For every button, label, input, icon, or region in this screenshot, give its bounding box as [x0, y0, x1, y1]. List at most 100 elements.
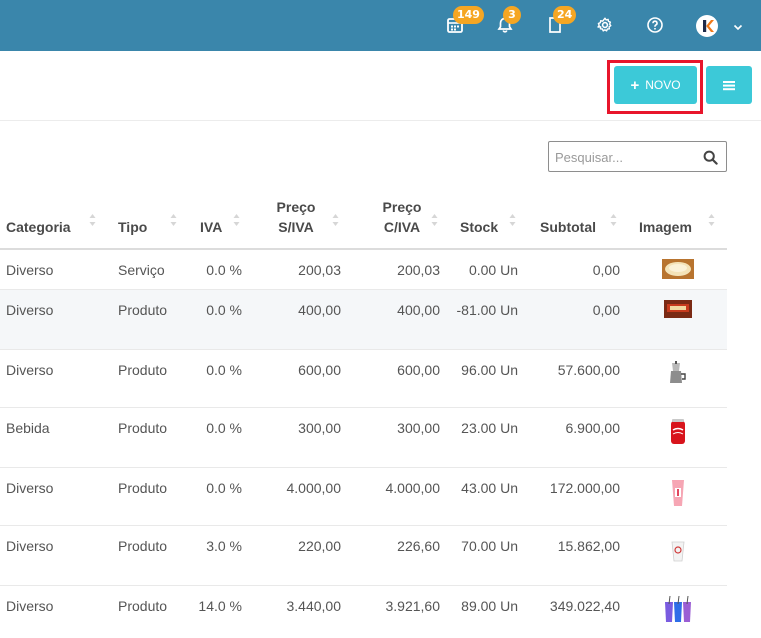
cell-preco-siva: 200,03 — [298, 262, 341, 278]
cell-preco-civa: 400,00 — [397, 302, 440, 318]
document-icon[interactable]: 24 — [544, 6, 577, 36]
cell-preco-siva: 4.000,00 — [286, 480, 342, 496]
header-tipo[interactable]: Tipo — [118, 217, 147, 237]
header-preco-civa-line2: C/IVA — [383, 219, 421, 235]
header-preco-siva-line1: Preço — [276, 199, 316, 215]
table-header: Categoria Tipo IVA Preço S/IVA Preço C/I… — [0, 193, 727, 250]
cell-categoria: Diverso — [6, 598, 54, 614]
sort-icon[interactable] — [233, 213, 240, 227]
calendar-icon[interactable]: 149 — [444, 6, 484, 36]
cell-preco-civa: 600,00 — [397, 362, 440, 378]
cell-preco-siva: 600,00 — [298, 362, 341, 378]
cell-iva: 14.0 % — [198, 598, 242, 614]
cell-categoria: Diverso — [6, 538, 54, 554]
cola-can-image — [662, 418, 694, 446]
gear-icon[interactable] — [594, 14, 616, 36]
header-categoria[interactable]: Categoria — [6, 217, 71, 237]
header-iva[interactable]: IVA — [200, 217, 222, 237]
sort-icon[interactable] — [332, 213, 339, 227]
sort-icon[interactable] — [708, 213, 715, 227]
cell-preco-civa: 226,60 — [397, 538, 440, 554]
products-table: Categoria Tipo IVA Preço S/IVA Preço C/I… — [0, 193, 727, 638]
help-icon[interactable] — [644, 14, 666, 36]
cell-iva: 3.0 % — [206, 538, 242, 554]
cake-image — [662, 258, 694, 280]
user-avatar[interactable] — [696, 15, 718, 37]
cell-tipo: Produto — [118, 420, 168, 436]
table-row[interactable]: Diverso Produto 3.0 % 220,00 226,60 70.0… — [0, 526, 727, 586]
plus-icon: + — [630, 76, 640, 94]
cell-tipo: Produto — [118, 538, 168, 554]
cell-categoria: Diverso — [6, 302, 54, 318]
header-subtotal[interactable]: Subtotal — [540, 217, 596, 237]
chocolate-box-image — [662, 298, 694, 320]
search-icon[interactable] — [703, 150, 718, 165]
header-stock[interactable]: Stock — [460, 217, 498, 237]
header-preco-civa-line1: Preço — [382, 199, 422, 215]
pink-cup-image — [662, 478, 694, 508]
paper-cup-image — [662, 538, 694, 564]
cell-stock: 96.00 Un — [461, 362, 518, 378]
cell-subtotal: 349.022,40 — [549, 598, 620, 614]
cell-subtotal: 0,00 — [592, 302, 620, 318]
cell-preco-civa: 300,00 — [397, 420, 440, 436]
cell-tipo: Produto — [118, 302, 168, 318]
table-row[interactable]: Diverso Produto 0.0 % 400,00 400,00 -81.… — [0, 290, 727, 350]
cell-iva: 0.0 % — [206, 302, 242, 318]
table-row[interactable]: Diverso Serviço 0.0 % 200,03 200,03 0.00… — [0, 250, 727, 290]
sort-icon[interactable] — [509, 213, 516, 227]
cell-subtotal: 57.600,00 — [557, 362, 620, 378]
sort-icon[interactable] — [89, 213, 96, 227]
cell-iva: 0.0 % — [206, 420, 242, 436]
new-button[interactable]: + NOVO — [614, 66, 697, 104]
table-row[interactable]: Diverso Produto 0.0 % 4.000,00 4.000,00 … — [0, 468, 727, 526]
cell-tipo: Serviço — [118, 262, 165, 278]
table-row[interactable]: Diverso Produto 14.0 % 3.440,00 3.921,60… — [0, 586, 727, 638]
sort-icon[interactable] — [170, 213, 177, 227]
menu-button[interactable] — [706, 66, 752, 104]
header-preco-civa[interactable]: Preço C/IVA — [374, 197, 430, 237]
notifications-badge: 3 — [503, 6, 521, 24]
cell-stock: -81.00 Un — [456, 302, 518, 318]
cell-subtotal: 15.862,00 — [557, 538, 620, 554]
table-row[interactable]: Diverso Produto 0.0 % 600,00 600,00 96.0… — [0, 350, 727, 408]
cell-preco-siva: 300,00 — [298, 420, 341, 436]
bell-icon[interactable]: 3 — [494, 6, 521, 36]
cell-subtotal: 172.000,00 — [549, 480, 620, 496]
search-box — [548, 141, 727, 172]
new-button-label: NOVO — [645, 78, 681, 92]
tumblers-image — [662, 596, 696, 624]
header-preco-siva[interactable]: Preço S/IVA — [268, 197, 324, 237]
cell-subtotal: 6.900,00 — [565, 420, 621, 436]
cell-iva: 0.0 % — [206, 362, 242, 378]
cell-stock: 70.00 Un — [461, 538, 518, 554]
cell-stock: 43.00 Un — [461, 480, 518, 496]
cell-tipo: Produto — [118, 480, 168, 496]
header-imagem[interactable]: Imagem — [639, 217, 692, 237]
sort-icon[interactable] — [431, 213, 438, 227]
sort-icon[interactable] — [610, 213, 617, 227]
cell-preco-civa: 200,03 — [397, 262, 440, 278]
cell-categoria: Diverso — [6, 262, 54, 278]
cell-preco-civa: 4.000,00 — [385, 480, 441, 496]
table-row[interactable]: Bebida Produto 0.0 % 300,00 300,00 23.00… — [0, 408, 727, 468]
cell-categoria: Diverso — [6, 480, 54, 496]
cell-iva: 0.0 % — [206, 480, 242, 496]
cell-stock: 89.00 Un — [461, 598, 518, 614]
cell-stock: 23.00 Un — [461, 420, 518, 436]
search-input[interactable] — [555, 148, 695, 166]
cell-categoria: Diverso — [6, 362, 54, 378]
cell-iva: 0.0 % — [206, 262, 242, 278]
cell-tipo: Produto — [118, 362, 168, 378]
documents-badge: 24 — [553, 6, 577, 24]
cell-preco-siva: 3.440,00 — [286, 598, 342, 614]
calendar-badge: 149 — [453, 6, 484, 24]
header-preco-siva-line2: S/IVA — [278, 219, 314, 235]
coffee-maker-image — [662, 361, 694, 384]
cell-preco-siva: 220,00 — [298, 538, 341, 554]
cell-tipo: Produto — [118, 598, 168, 614]
top-navigation-bar: 149 3 24 — [0, 0, 761, 51]
chevron-down-icon[interactable] — [732, 20, 744, 32]
cell-preco-siva: 400,00 — [298, 302, 341, 318]
cell-stock: 0.00 Un — [468, 262, 518, 278]
